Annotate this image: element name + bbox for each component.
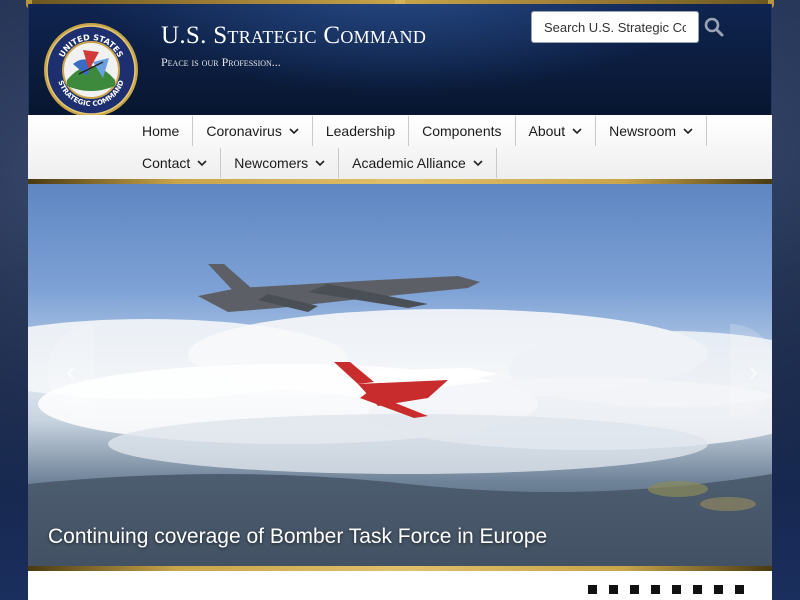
nav-item-about[interactable]: About bbox=[516, 116, 597, 146]
nav-row-primary: Home Coronavirus Leadership Components A… bbox=[129, 116, 708, 148]
nav-item-label: Leadership bbox=[325, 123, 396, 139]
carousel-dot[interactable] bbox=[609, 585, 618, 594]
chevron-down-icon bbox=[473, 160, 483, 167]
site-tagline: Peace is our Profession... bbox=[161, 55, 281, 69]
stratcom-seal-logo[interactable]: UNITED STATES STRATEGIC COMMAND bbox=[43, 22, 139, 118]
nav-item-label: Academic Alliance bbox=[352, 155, 466, 171]
nav-item-components[interactable]: Components bbox=[409, 116, 516, 146]
chevron-down-icon bbox=[683, 128, 693, 135]
carousel-dot[interactable] bbox=[588, 585, 597, 594]
search-button[interactable] bbox=[703, 16, 725, 38]
nav-item-label: Newcomers bbox=[234, 155, 309, 171]
nav-item-newcomers[interactable]: Newcomers bbox=[221, 148, 340, 178]
nav-row-secondary: Contact Newcomers Academic Alliance bbox=[129, 148, 497, 180]
carousel-dot[interactable] bbox=[651, 585, 660, 594]
carousel-dot[interactable] bbox=[693, 585, 702, 594]
search-icon bbox=[704, 17, 724, 37]
carousel-dot[interactable] bbox=[630, 585, 639, 594]
nav-item-leadership[interactable]: Leadership bbox=[313, 116, 410, 146]
nav-item-label: About bbox=[528, 123, 566, 139]
nav-item-newsroom[interactable]: Newsroom bbox=[596, 116, 708, 146]
chevron-down-icon bbox=[289, 128, 299, 135]
nav-item-academic-alliance[interactable]: Academic Alliance bbox=[339, 148, 497, 178]
site-header: UNITED STATES STRATEGIC COMMAND U.S. Str… bbox=[28, 4, 772, 118]
nav-item-label: Newsroom bbox=[609, 123, 677, 139]
nav-item-label: Components bbox=[422, 123, 502, 139]
nav-item-label: Home bbox=[142, 123, 180, 139]
main-navigation: Home Coronavirus Leadership Components A… bbox=[28, 115, 772, 181]
hero-slide-image bbox=[28, 264, 772, 566]
site-title[interactable]: U.S. Strategic Command bbox=[161, 22, 426, 50]
nav-item-label: Contact bbox=[142, 155, 191, 171]
carousel-dot[interactable] bbox=[714, 585, 723, 594]
chevron-right-icon: › bbox=[748, 355, 758, 388]
carousel-dot[interactable] bbox=[672, 585, 681, 594]
nav-item-label: Coronavirus bbox=[206, 123, 282, 139]
search-input[interactable] bbox=[531, 11, 699, 43]
nav-item-coronavirus[interactable]: Coronavirus bbox=[193, 116, 313, 146]
chevron-left-icon: ‹ bbox=[66, 355, 76, 388]
hero-carousel[interactable]: ‹ › Continuing coverage of Bomber Task F… bbox=[28, 184, 772, 566]
nav-item-contact[interactable]: Contact bbox=[129, 148, 222, 178]
nav-item-home[interactable]: Home bbox=[129, 116, 194, 146]
content-strip bbox=[28, 571, 772, 600]
hero-caption[interactable]: Continuing coverage of Bomber Task Force… bbox=[48, 525, 547, 549]
chevron-down-icon bbox=[197, 160, 207, 167]
carousel-pagination bbox=[588, 585, 756, 594]
chevron-down-icon bbox=[572, 128, 582, 135]
carousel-dot[interactable] bbox=[735, 585, 744, 594]
chevron-down-icon bbox=[315, 160, 325, 167]
